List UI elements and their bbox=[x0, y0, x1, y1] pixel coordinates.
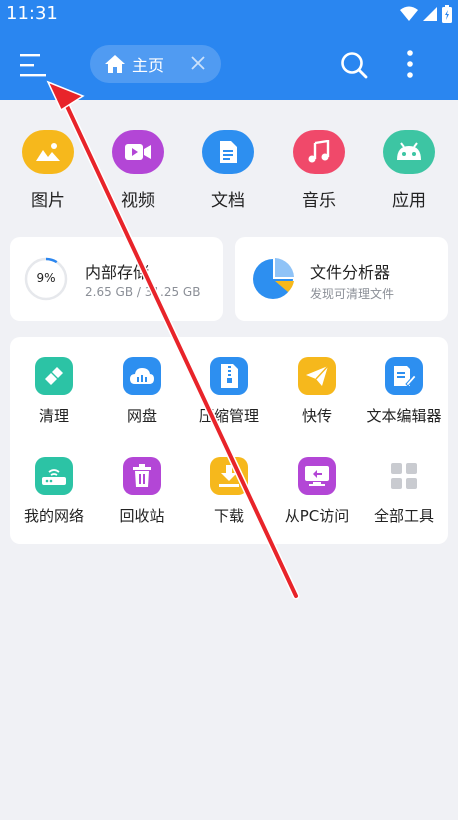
internal-storage-title: 内部存储 bbox=[85, 263, 150, 282]
close-icon[interactable] bbox=[189, 54, 207, 72]
more-button[interactable] bbox=[398, 48, 422, 82]
android-icon bbox=[383, 130, 435, 174]
tool-label: 回收站 bbox=[119, 507, 165, 525]
search-button[interactable] bbox=[339, 50, 369, 80]
tool-label: 我的网络 bbox=[23, 507, 84, 525]
tool-cloud-drive[interactable]: 网盘 bbox=[98, 357, 186, 426]
tool-download[interactable]: 下载 bbox=[185, 457, 273, 526]
status-bar: 11:31 bbox=[0, 0, 458, 28]
category-videos[interactable]: 视频 bbox=[100, 130, 176, 211]
tool-label: 文本编辑器 bbox=[366, 407, 442, 425]
router-icon bbox=[35, 457, 73, 495]
tool-compress[interactable]: 压缩管理 bbox=[185, 357, 273, 426]
signal-icon bbox=[423, 7, 437, 21]
tab-home[interactable]: 主页 bbox=[90, 45, 221, 83]
tool-label: 压缩管理 bbox=[198, 407, 259, 425]
tool-all-tools[interactable]: 全部工具 bbox=[360, 457, 448, 526]
broom-icon bbox=[35, 357, 73, 395]
app-header: 11:31 主页 bbox=[0, 0, 458, 100]
category-label: 图片 bbox=[31, 191, 65, 211]
internal-storage-usage: 2.65 GB / 31.25 GB bbox=[85, 285, 201, 299]
more-vertical-icon bbox=[407, 50, 413, 78]
internal-storage-card[interactable]: 9% 内部存储 2.65 GB / 31.25 GB bbox=[10, 237, 223, 321]
text-edit-icon bbox=[385, 357, 423, 395]
file-analyzer-title: 文件分析器 bbox=[310, 263, 391, 282]
wifi-icon bbox=[400, 6, 418, 21]
tool-recycle-bin[interactable]: 回收站 bbox=[98, 457, 186, 526]
tool-text-editor[interactable]: 文本编辑器 bbox=[360, 357, 448, 426]
home-icon bbox=[105, 55, 125, 73]
menu-button[interactable] bbox=[14, 48, 54, 82]
storage-percent: 9% bbox=[36, 271, 56, 285]
category-label: 文档 bbox=[211, 191, 245, 211]
tool-label: 网盘 bbox=[126, 407, 157, 425]
tab-home-label: 主页 bbox=[132, 56, 165, 75]
paper-plane-icon bbox=[298, 357, 336, 395]
file-analyzer-card[interactable]: 文件分析器 发现可清理文件 bbox=[235, 237, 448, 321]
pie-chart-icon bbox=[253, 258, 294, 299]
search-icon bbox=[341, 52, 368, 79]
download-icon bbox=[210, 457, 248, 495]
pc-icon bbox=[298, 457, 336, 495]
tool-label: 全部工具 bbox=[373, 507, 434, 525]
tool-quick-transfer[interactable]: 快传 bbox=[273, 357, 361, 426]
tool-label: 清理 bbox=[38, 407, 69, 425]
tool-label: 快传 bbox=[301, 407, 332, 425]
category-music[interactable]: 音乐 bbox=[281, 130, 357, 211]
cloud-icon bbox=[123, 357, 161, 395]
video-icon bbox=[112, 130, 164, 174]
tool-clean[interactable]: 清理 bbox=[10, 357, 98, 426]
tool-label: 下载 bbox=[213, 507, 244, 525]
zip-icon bbox=[210, 357, 248, 395]
category-images[interactable]: 图片 bbox=[10, 130, 86, 211]
document-icon bbox=[202, 130, 254, 174]
category-documents[interactable]: 文档 bbox=[190, 130, 266, 211]
image-icon bbox=[22, 130, 74, 174]
trash-icon bbox=[123, 457, 161, 495]
tool-my-network[interactable]: 我的网络 bbox=[10, 457, 98, 526]
category-label: 音乐 bbox=[302, 191, 336, 211]
category-label: 视频 bbox=[121, 191, 155, 211]
hamburger-menu-icon bbox=[20, 54, 46, 77]
tool-access-from-pc[interactable]: 从PC访问 bbox=[273, 457, 361, 526]
grid-icon bbox=[385, 457, 423, 495]
file-analyzer-subtitle: 发现可清理文件 bbox=[310, 287, 395, 301]
battery-icon bbox=[442, 5, 452, 23]
music-icon bbox=[293, 130, 345, 174]
tools-panel: 清理 网盘 压缩管理 快传 文本编辑器 我的网络 回收站 下载 从PC访问 全部… bbox=[10, 337, 448, 544]
category-label: 应用 bbox=[392, 191, 426, 211]
category-apps[interactable]: 应用 bbox=[371, 130, 447, 211]
tool-label: 从PC访问 bbox=[284, 507, 350, 525]
status-time: 11:31 bbox=[6, 3, 58, 24]
